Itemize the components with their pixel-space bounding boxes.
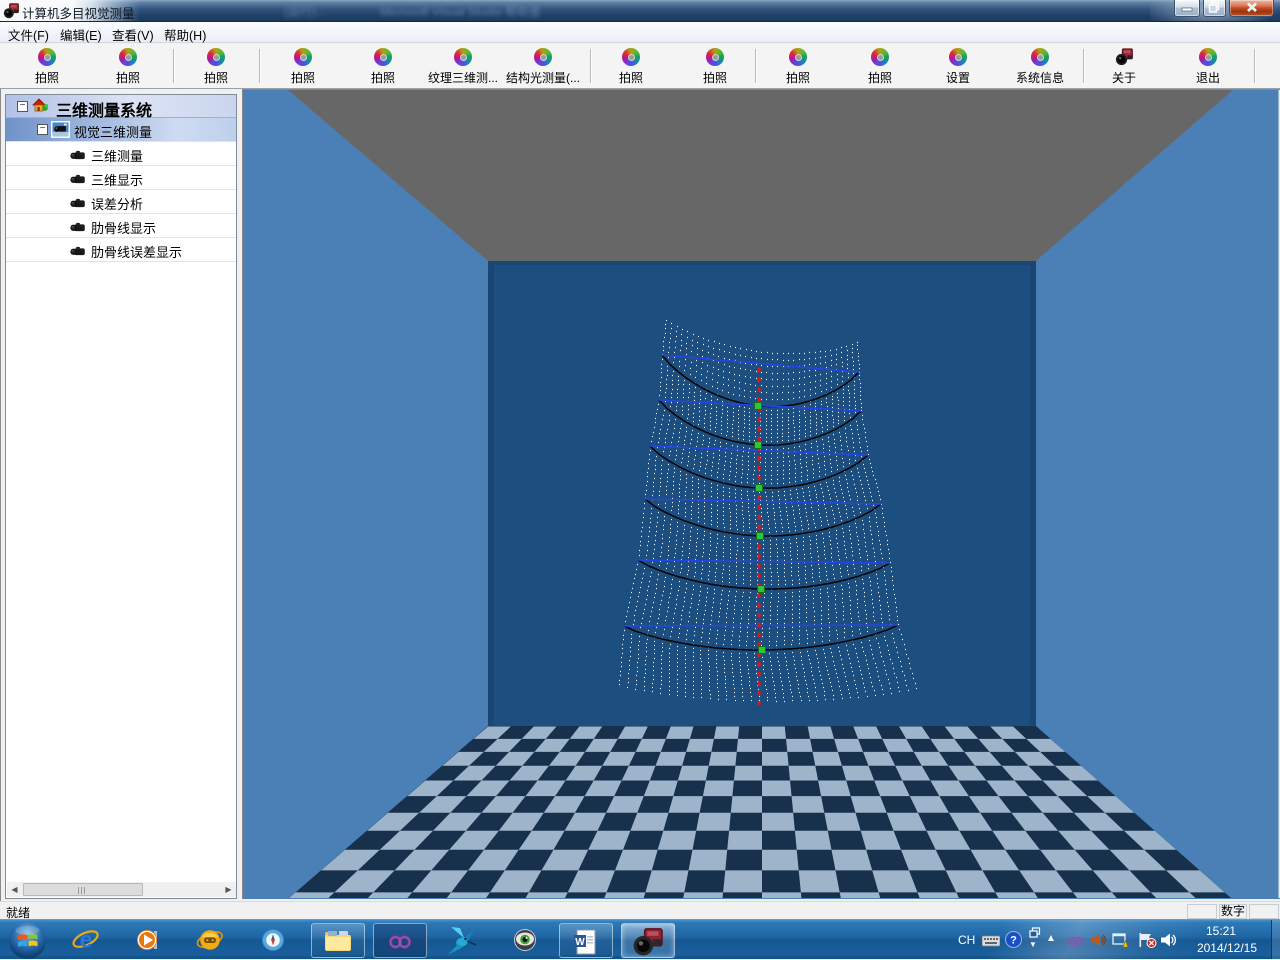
svg-text:W: W xyxy=(575,937,585,948)
svg-text:e: e xyxy=(80,927,93,953)
svg-text:?: ? xyxy=(1010,935,1017,947)
